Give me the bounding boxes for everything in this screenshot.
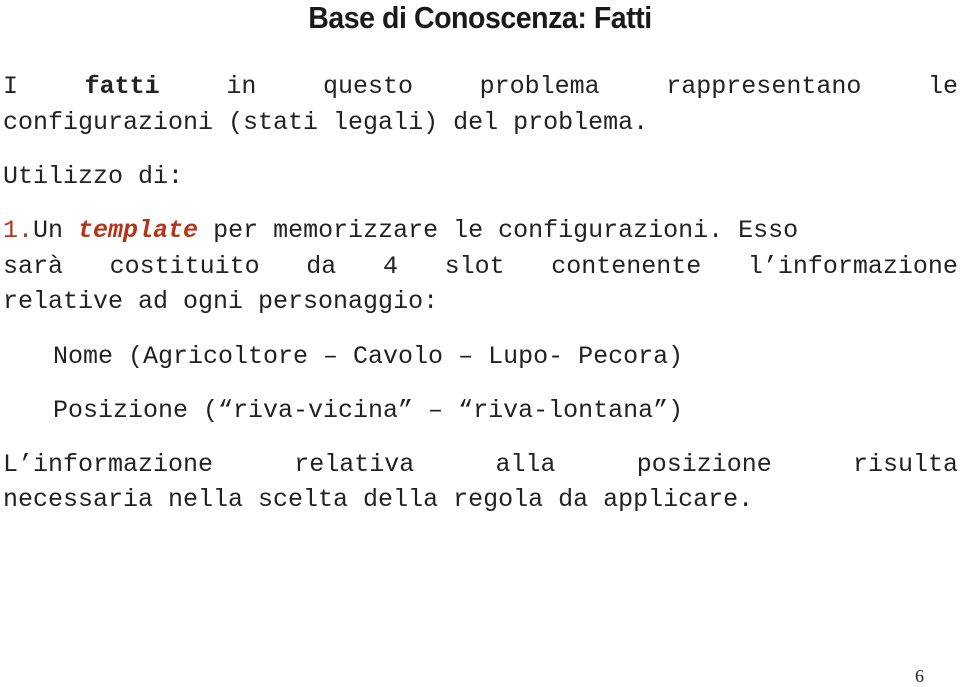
word: costituito xyxy=(109,252,260,281)
word: le xyxy=(927,72,958,101)
list-number: 1. xyxy=(3,216,34,245)
slot-nome: Nome (Agricoltore – Cavolo – Lupo- Pecor… xyxy=(53,342,684,371)
word: slot xyxy=(444,252,505,281)
word: 4 xyxy=(382,252,398,281)
word: posizione xyxy=(636,450,772,479)
intro-line-1: I fatti in questo problema rappresentano… xyxy=(3,72,958,101)
slide-title: Base di Conoscenza: Fatti xyxy=(308,0,652,35)
item-1-line-3: relative ad ogni personaggio: xyxy=(3,287,439,316)
intro-line-2: configurazioni (stati legali) del proble… xyxy=(3,108,649,137)
item-1-line-2: sarà costituito da 4 slot contenente l’i… xyxy=(3,252,958,281)
usage-label: Utilizzo di: xyxy=(3,162,184,191)
slot-posizione: Posizione (“riva-vicina” – “riva-lontana… xyxy=(53,396,684,425)
word: da xyxy=(306,252,337,281)
keyword-template: template xyxy=(78,216,199,245)
keyword-fatti: fatti xyxy=(84,72,160,101)
word: rappresentano xyxy=(666,72,862,101)
page-number: 6 xyxy=(915,666,924,686)
word: contenente xyxy=(551,252,702,281)
word: L’informazione xyxy=(3,450,214,479)
word: in xyxy=(226,72,257,101)
word: alla xyxy=(495,450,556,479)
item-text: per memorizzare le configurazioni. Esso xyxy=(198,216,799,245)
word: questo xyxy=(322,72,413,101)
word: l’informazione xyxy=(747,252,958,281)
conclusion-line-1: L’informazione relativa alla posizione r… xyxy=(3,450,958,479)
item-1-line-1: 1.Un template per memorizzare le configu… xyxy=(3,216,798,245)
word: sarà xyxy=(3,252,64,281)
word: I xyxy=(3,72,19,101)
word: risulta xyxy=(852,450,958,479)
word: relativa xyxy=(294,450,415,479)
word: problema xyxy=(479,72,600,101)
conclusion-line-2: necessaria nella scelta della regola da … xyxy=(3,485,754,514)
item-text: Un xyxy=(33,216,79,245)
